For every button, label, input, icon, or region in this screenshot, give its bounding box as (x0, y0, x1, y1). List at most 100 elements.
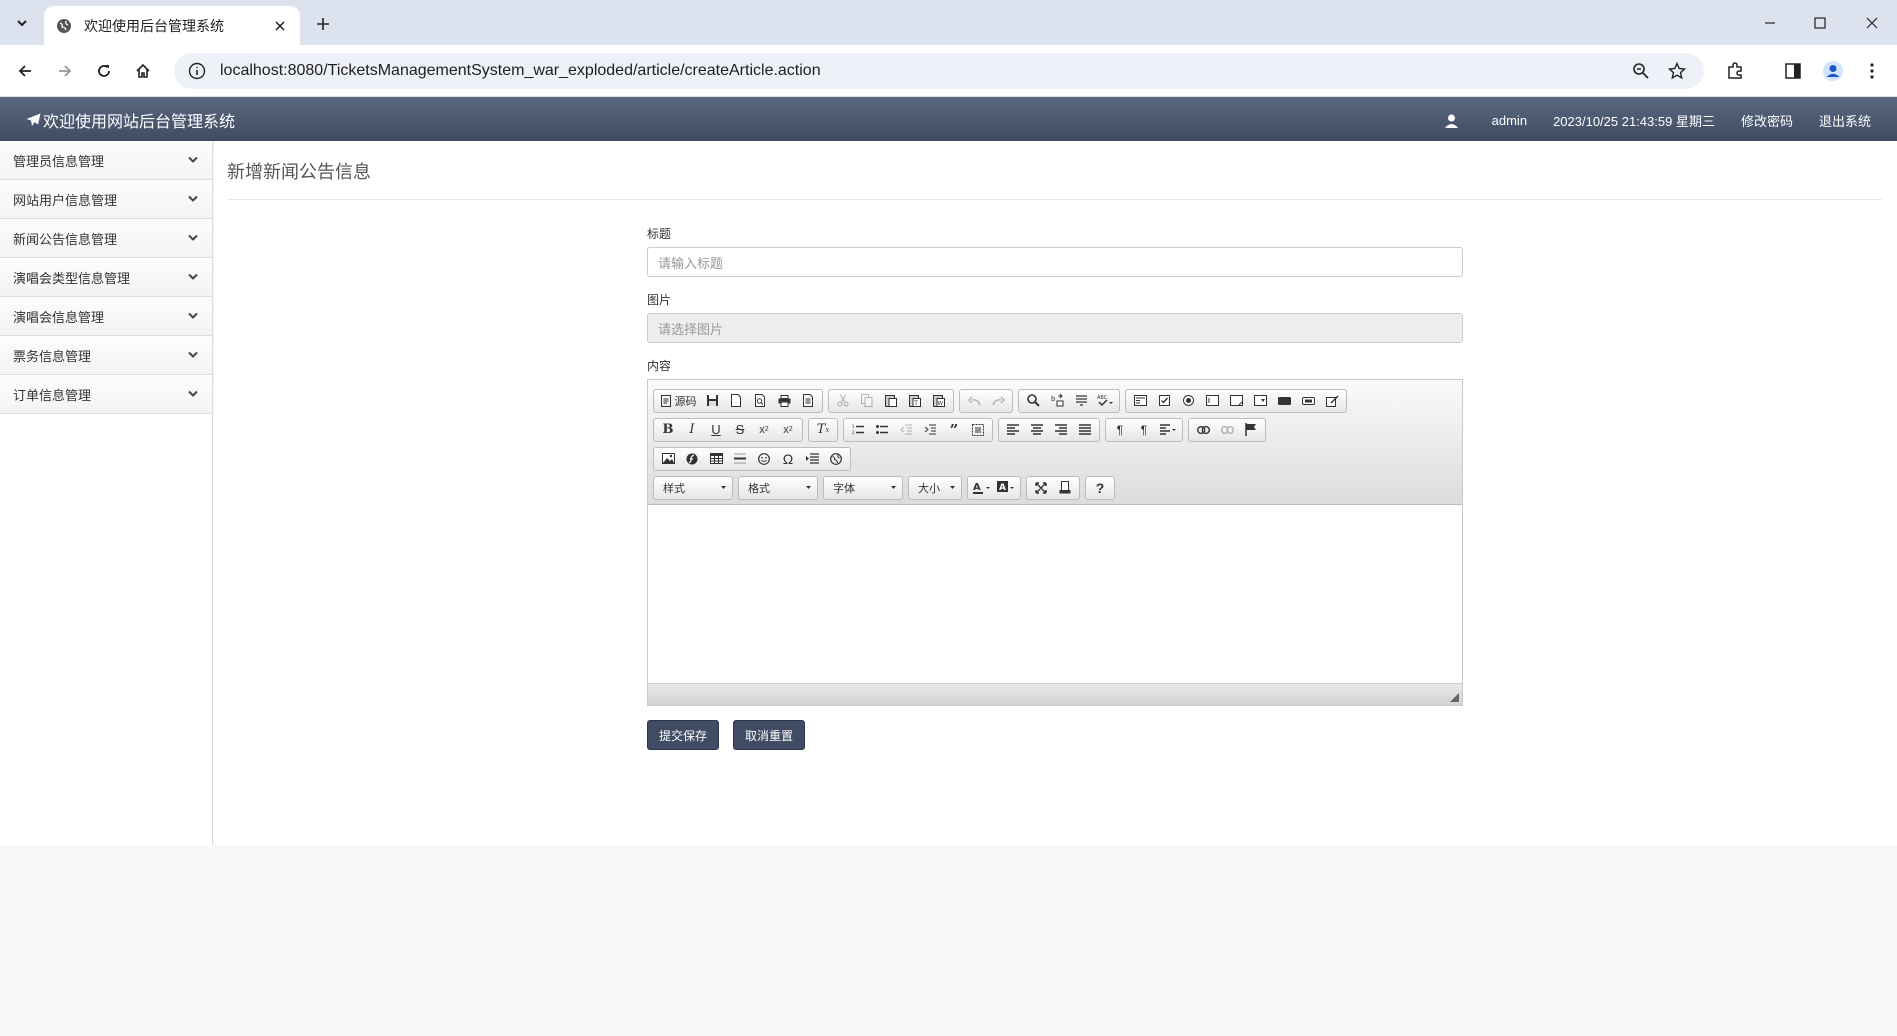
justify-button[interactable] (1073, 420, 1097, 440)
paste-button[interactable] (879, 391, 903, 411)
bookmark-star-icon[interactable] (1668, 62, 1686, 80)
maximize-button[interactable] (1800, 8, 1840, 38)
radio-button[interactable] (1176, 391, 1200, 411)
preview-button[interactable] (748, 391, 772, 411)
font-dropdown[interactable]: 字体 (823, 475, 903, 500)
maximize-editor-button[interactable] (1029, 478, 1053, 498)
blockquote-button[interactable]: ” (942, 420, 966, 440)
underline-button[interactable]: U (704, 420, 728, 440)
form-button[interactable] (1128, 391, 1152, 411)
minimize-button[interactable] (1750, 8, 1790, 38)
browser-tab-active[interactable]: 欢迎使用后台管理系统 (44, 6, 300, 45)
text-field-button[interactable] (1200, 391, 1224, 411)
image-button-button[interactable] (1296, 391, 1320, 411)
reload-button[interactable] (90, 57, 118, 85)
special-char-button[interactable]: Ω (776, 449, 800, 469)
back-button[interactable] (11, 57, 39, 85)
find-button[interactable] (1021, 391, 1045, 411)
source-button[interactable]: 源码 (656, 391, 700, 411)
sidebar-item-concerts[interactable]: 演唱会信息管理 (0, 297, 212, 336)
undo-button[interactable] (962, 391, 986, 411)
align-right-button[interactable] (1049, 420, 1073, 440)
text-color-button[interactable]: A (970, 478, 994, 498)
italic-button[interactable]: I (680, 420, 704, 440)
table-button[interactable] (704, 449, 728, 469)
show-blocks-button[interactable] (1053, 478, 1077, 498)
zoom-icon[interactable] (1632, 62, 1650, 80)
styles-dropdown[interactable]: 样式 (653, 475, 733, 500)
sidebar-item-orders[interactable]: 订单信息管理 (0, 375, 212, 414)
ltr-button[interactable]: ¶ (1108, 420, 1132, 440)
language-button[interactable] (1156, 420, 1180, 440)
bg-color-button[interactable]: A (994, 478, 1018, 498)
select-field-button[interactable] (1248, 391, 1272, 411)
sidebar-item-news[interactable]: 新闻公告信息管理 (0, 219, 212, 258)
create-div-button[interactable] (966, 420, 990, 440)
anchor-button[interactable] (1239, 420, 1263, 440)
link-button[interactable] (1191, 420, 1215, 440)
copy-button[interactable] (855, 391, 879, 411)
horizontal-rule-button[interactable] (728, 449, 752, 469)
paste-text-button[interactable]: T (903, 391, 927, 411)
spellcheck-button[interactable]: ABC (1093, 391, 1117, 411)
image-button[interactable] (656, 449, 680, 469)
replace-button[interactable]: b (1045, 391, 1069, 411)
sidebar-item-concert-types[interactable]: 演唱会类型信息管理 (0, 258, 212, 297)
sidebar-item-users[interactable]: 网站用户信息管理 (0, 180, 212, 219)
checkbox-button[interactable] (1152, 391, 1176, 411)
new-tab-button[interactable] (310, 11, 336, 37)
rtl-button[interactable]: ¶ (1132, 420, 1156, 440)
bold-button[interactable]: B (656, 420, 680, 440)
textarea-button[interactable] (1224, 391, 1248, 411)
hidden-field-button[interactable] (1320, 391, 1344, 411)
iframe-button[interactable] (824, 449, 848, 469)
tab-close-icon[interactable] (270, 16, 290, 36)
align-center-button[interactable] (1025, 420, 1049, 440)
tab-search-button[interactable] (8, 10, 36, 36)
sidebar-item-admin[interactable]: 管理员信息管理 (0, 141, 212, 180)
select-all-button[interactable] (1069, 391, 1093, 411)
outdent-button[interactable] (894, 420, 918, 440)
align-left-button[interactable] (1001, 420, 1025, 440)
close-window-button[interactable] (1852, 8, 1892, 38)
sidebar-item-tickets[interactable]: 票务信息管理 (0, 336, 212, 375)
submit-save-button[interactable]: 提交保存 (647, 720, 720, 750)
cancel-reset-button[interactable]: 取消重置 (733, 720, 806, 750)
profile-button[interactable] (1821, 59, 1845, 83)
smiley-button[interactable] (752, 449, 776, 469)
address-bar[interactable]: localhost:8080/TicketsManagementSystem_w… (174, 53, 1704, 89)
bulleted-list-button[interactable] (870, 420, 894, 440)
change-password-link[interactable]: 修改密码 (1741, 111, 1793, 130)
editor-content-area[interactable] (648, 505, 1462, 683)
form-button-button[interactable] (1272, 391, 1296, 411)
extensions-button[interactable] (1723, 59, 1747, 83)
size-dropdown[interactable]: 大小 (908, 475, 962, 500)
new-page-button[interactable] (724, 391, 748, 411)
resize-handle-icon[interactable] (1450, 693, 1459, 702)
templates-button[interactable] (796, 391, 820, 411)
redo-button[interactable] (986, 391, 1010, 411)
page-break-button[interactable] (800, 449, 824, 469)
numbered-list-button[interactable]: 12 (846, 420, 870, 440)
print-button[interactable] (772, 391, 796, 411)
image-input[interactable]: 请选择图片 (647, 313, 1463, 343)
format-dropdown[interactable]: 格式 (738, 475, 818, 500)
logout-link[interactable]: 退出系统 (1819, 111, 1871, 130)
save-button[interactable] (700, 391, 724, 411)
flash-button[interactable] (680, 449, 704, 469)
strike-button[interactable]: S (728, 420, 752, 440)
remove-format-button[interactable]: Tx (811, 420, 835, 440)
forward-button[interactable] (51, 57, 79, 85)
browser-menu-button[interactable] (1860, 59, 1884, 83)
site-info-icon[interactable] (188, 62, 206, 80)
current-user[interactable]: admin (1444, 113, 1527, 128)
title-input[interactable]: 请输入标题 (647, 247, 1463, 277)
home-button[interactable] (129, 57, 157, 85)
paste-word-button[interactable]: W (927, 391, 951, 411)
indent-button[interactable] (918, 420, 942, 440)
cut-button[interactable] (831, 391, 855, 411)
unlink-button[interactable] (1215, 420, 1239, 440)
about-button[interactable]: ? (1088, 478, 1112, 498)
side-panel-button[interactable] (1781, 59, 1805, 83)
subscript-button[interactable]: x2 (752, 420, 776, 440)
